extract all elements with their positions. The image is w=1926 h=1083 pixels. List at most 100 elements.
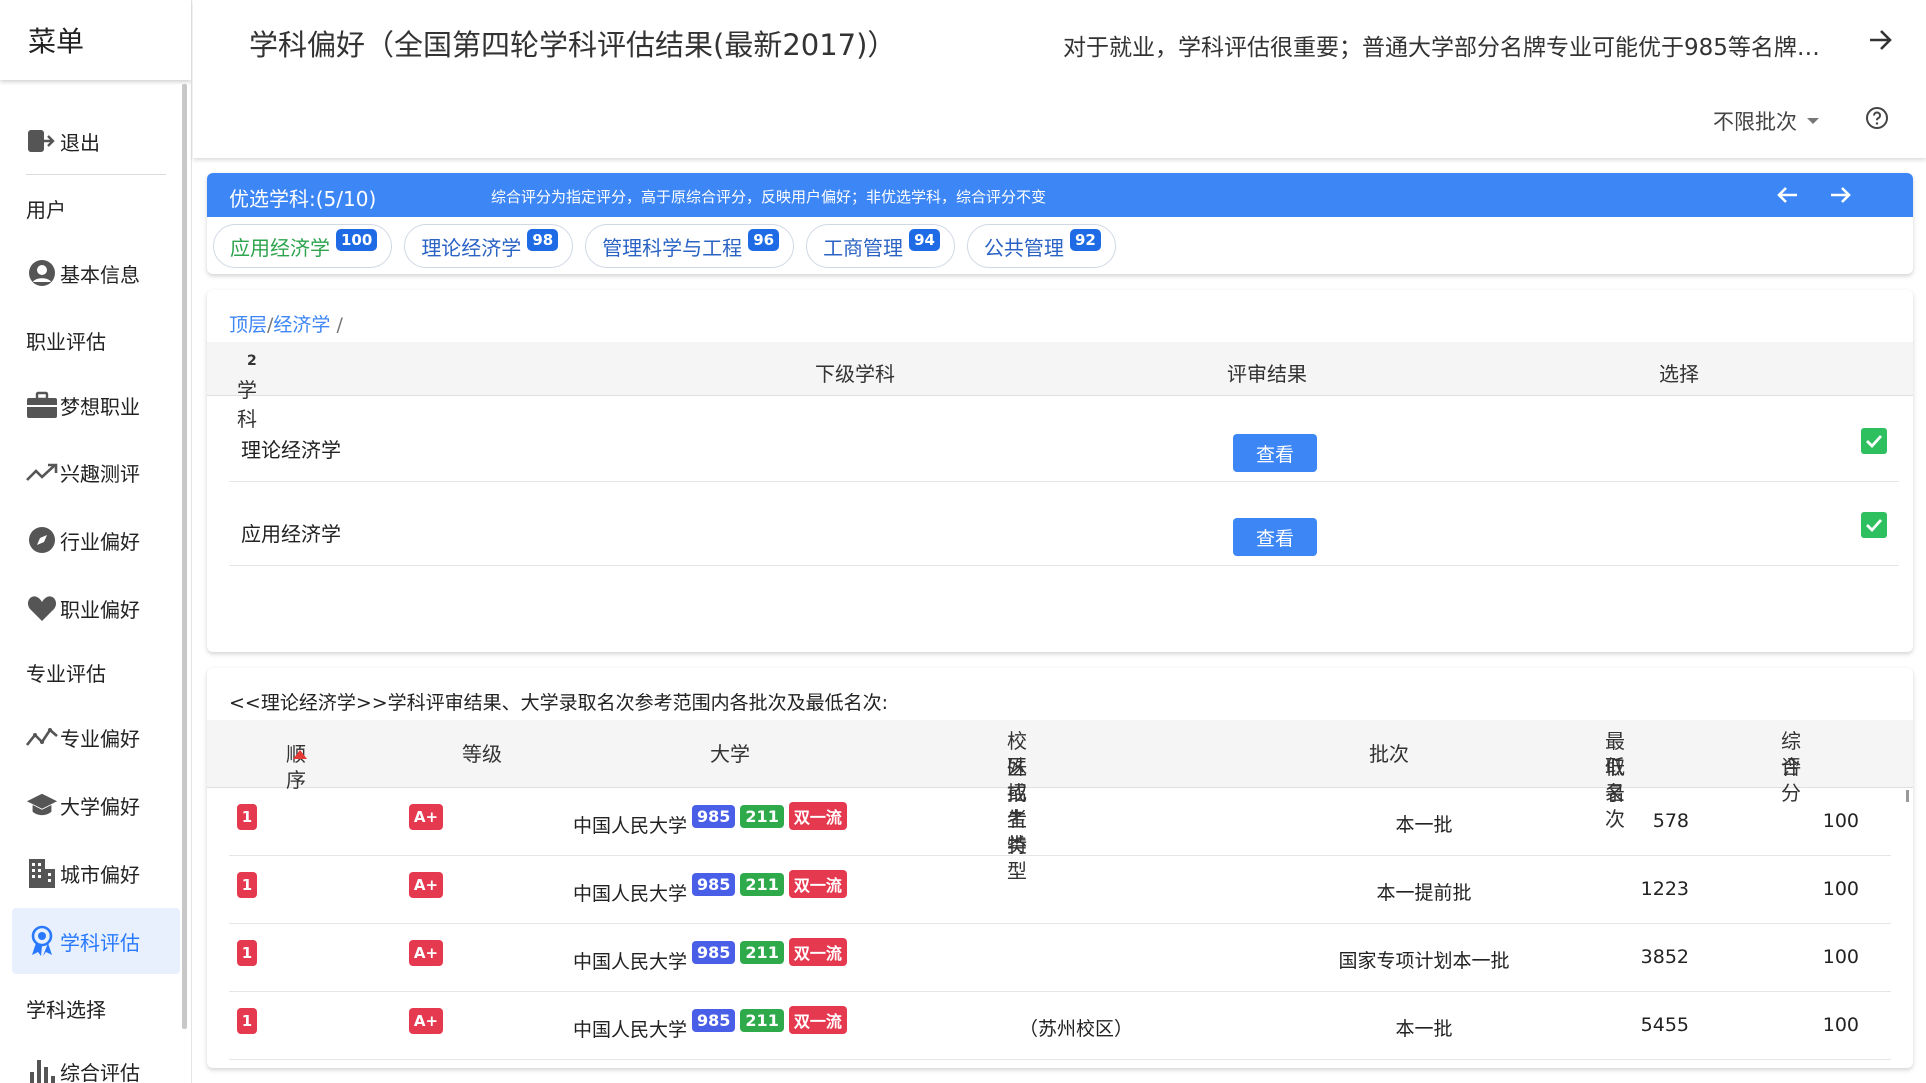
score-cell: 100 [1822,810,1859,832]
sidebar-item-label: 大学偏好 [60,794,140,819]
tag-211: 211 [740,1008,784,1032]
sidebar-item-university-pref[interactable]: 大学偏好 [12,772,180,838]
sidebar-item-basic-info[interactable]: 基本信息 [12,240,180,306]
tag-211: 211 [740,872,784,896]
preferred-chip[interactable]: 理论经济学 98 [404,224,574,268]
breadcrumb-root[interactable]: 顶层 [229,314,267,336]
sidebar-item-label: 城市偏好 [60,862,140,887]
tag-211: 211 [740,940,784,964]
chip-label: 公共管理 [983,235,1064,260]
col-choose: 选择 [1659,362,1699,386]
preferred-chip[interactable]: 公共管理 92 [966,224,1116,268]
university-name: 中国人民大学 [573,1018,688,1041]
chip-score-badge: 96 [748,229,780,251]
breadcrumb: 顶层/经济学 / [229,310,343,337]
sidebar-item-label: 综合评估 [60,1060,140,1083]
section-career: 职业评估 [26,330,106,354]
chip-score-badge: 94 [909,229,940,251]
university-cell: 中国人民大学 985 211 双一流 [573,1006,847,1041]
table-row: 1 A+ 中国人民大学 985 211 双一流 本一批 578 100 [229,788,1891,856]
chip-label: 工商管理 [823,235,904,260]
notice-text: 对于就业，学科评估很重要；普通大学部分名牌专业可能优于985等名牌大学 [1063,35,1823,61]
results-card: <<理论经济学>>学科评审结果、大学录取名次参考范围内各批次及最低名次: 顺序 … [207,668,1913,1068]
sidebar-item-industry-pref[interactable]: 行业偏好 [12,507,180,573]
preferred-chip[interactable]: 管理科学与工程 96 [585,224,795,268]
sidebar-item-label: 职业偏好 [60,597,140,622]
min-rank-cell: 3852 [1640,946,1689,968]
batch-select-value: 不限批次 [1713,110,1797,134]
score-cell: 100 [1822,946,1859,968]
chip-label: 管理科学与工程 [602,235,743,260]
preferred-bar: 优选学科:(5/10) 综合评分为指定评分，高于原综合评分，反映用户偏好；非优选… [207,173,1913,217]
col-review-result: 评审结果 [1227,362,1307,386]
checkbox-checked[interactable] [1861,428,1887,454]
table-row: 理论经济学 查看 [229,398,1899,482]
section-subject-select: 学科选择 [26,998,106,1022]
sidebar-item-major-pref[interactable]: 专业偏好 [12,704,180,770]
campus-cell: （苏州校区） [1019,1018,1134,1040]
table-row: 1 A+ 中国人民大学 985 211 双一流 本一提前批 1223 100 [229,856,1891,924]
university-name: 中国人民大学 [573,814,688,837]
col-subject: 学科 2 [237,353,257,431]
sidebar-item-logout[interactable]: 退出 [12,108,180,174]
batch-select[interactable]: 不限批次 [1713,106,1819,136]
batch-cell: 国家专项计划本一批 [1338,950,1510,972]
chip-label: 理论经济学 [421,235,522,260]
grade-badge: A+ [409,804,443,830]
score-cell: 100 [1822,1014,1859,1036]
col-sub-subject: 下级学科 [815,362,895,386]
table-row: 1 A+ 中国人民大学 985 211 双一流 国家专项计划本一批 3852 1… [229,924,1891,992]
sidebar: 菜单 退出 用户 基本信息 职业评估 梦想职业 兴趣测评 行业偏好 职业偏好 专… [0,0,192,1083]
sidebar-item-subject-eval[interactable]: 学科评估 [12,908,180,974]
chart-line-icon [26,721,58,753]
preferred-chips: 应用经济学 100 理论经济学 98 管理科学与工程 96 工商管理 94 公共… [213,224,1116,268]
rank-badge: 1 [237,804,257,830]
compass-icon [26,524,58,556]
preferred-subjects-panel: 优选学科:(5/10) 综合评分为指定评分，高于原综合评分，反映用户偏好；非优选… [207,173,1913,274]
check-icon [1866,519,1883,533]
sidebar-item-overall-eval[interactable]: 综合评估 [12,1038,180,1083]
check-icon [1866,435,1883,449]
sidebar-item-interest-test[interactable]: 兴趣测评 [12,439,180,505]
arrow-right-icon[interactable] [1827,181,1855,209]
sidebar-item-label: 专业偏好 [60,726,140,751]
sidebar-item-city-pref[interactable]: 城市偏好 [12,840,180,906]
view-button[interactable]: 查看 [1233,518,1317,556]
trending-icon [26,456,58,488]
sort-asc-icon [293,750,307,759]
page-title: 学科偏好（全国第四轮学科评估结果(最新2017)） [249,28,897,62]
col-order[interactable]: 顺序 [285,741,307,792]
tag-985: 985 [692,804,736,828]
table-scrollbar[interactable] [1906,790,1909,802]
results-title: <<理论经济学>>学科评审结果、大学录取名次参考范围内各批次及最低名次: [229,692,889,714]
sidebar-item-career-pref[interactable]: 职业偏好 [12,575,180,641]
arrow-left-icon[interactable] [1773,181,1801,209]
table-row: 1 A+ 中国人民大学 985 211 双一流 （苏州校区） 本一批 5455 … [229,992,1891,1060]
university-cell: 中国人民大学 985 211 双一流 [573,938,847,973]
results-table-header: 顺序 等级 大学 校区或者特 殊招生类型 批次 最低录 取名次 综合 评分 [207,720,1913,883]
sidebar-scrollbar[interactable] [182,84,187,1029]
subject-count: 2 [247,353,257,369]
col-batch: 批次 [1369,742,1409,766]
tag-985: 985 [692,940,736,964]
chip-label: 应用经济学 [230,235,330,260]
preferred-chip[interactable]: 应用经济学 100 [213,224,393,268]
help-icon[interactable] [1865,106,1889,130]
sidebar-item-dream-career[interactable]: 梦想职业 [12,372,180,438]
user-icon [26,257,58,289]
tag-double-first-class: 双一流 [788,1006,847,1034]
grade-badge: A+ [409,940,443,966]
sidebar-item-label: 兴趣测评 [60,461,140,486]
view-button[interactable]: 查看 [1233,434,1317,472]
preferred-chip[interactable]: 工商管理 94 [806,224,955,268]
sidebar-item-label: 梦想职业 [60,394,140,419]
arrow-right-icon[interactable] [1864,24,1896,56]
briefcase-icon [26,389,58,421]
bar-chart-icon [26,1055,58,1083]
university-name: 中国人民大学 [573,882,688,905]
checkbox-checked[interactable] [1861,512,1887,538]
heart-icon [26,592,58,624]
subject-card: 顶层/经济学 / 学科 2 下级学科 评审结果 选择 理论经济学 查看 应用经济学… [207,290,1913,652]
breadcrumb-level1[interactable]: 经济学 [273,314,330,336]
building-icon [26,857,58,889]
